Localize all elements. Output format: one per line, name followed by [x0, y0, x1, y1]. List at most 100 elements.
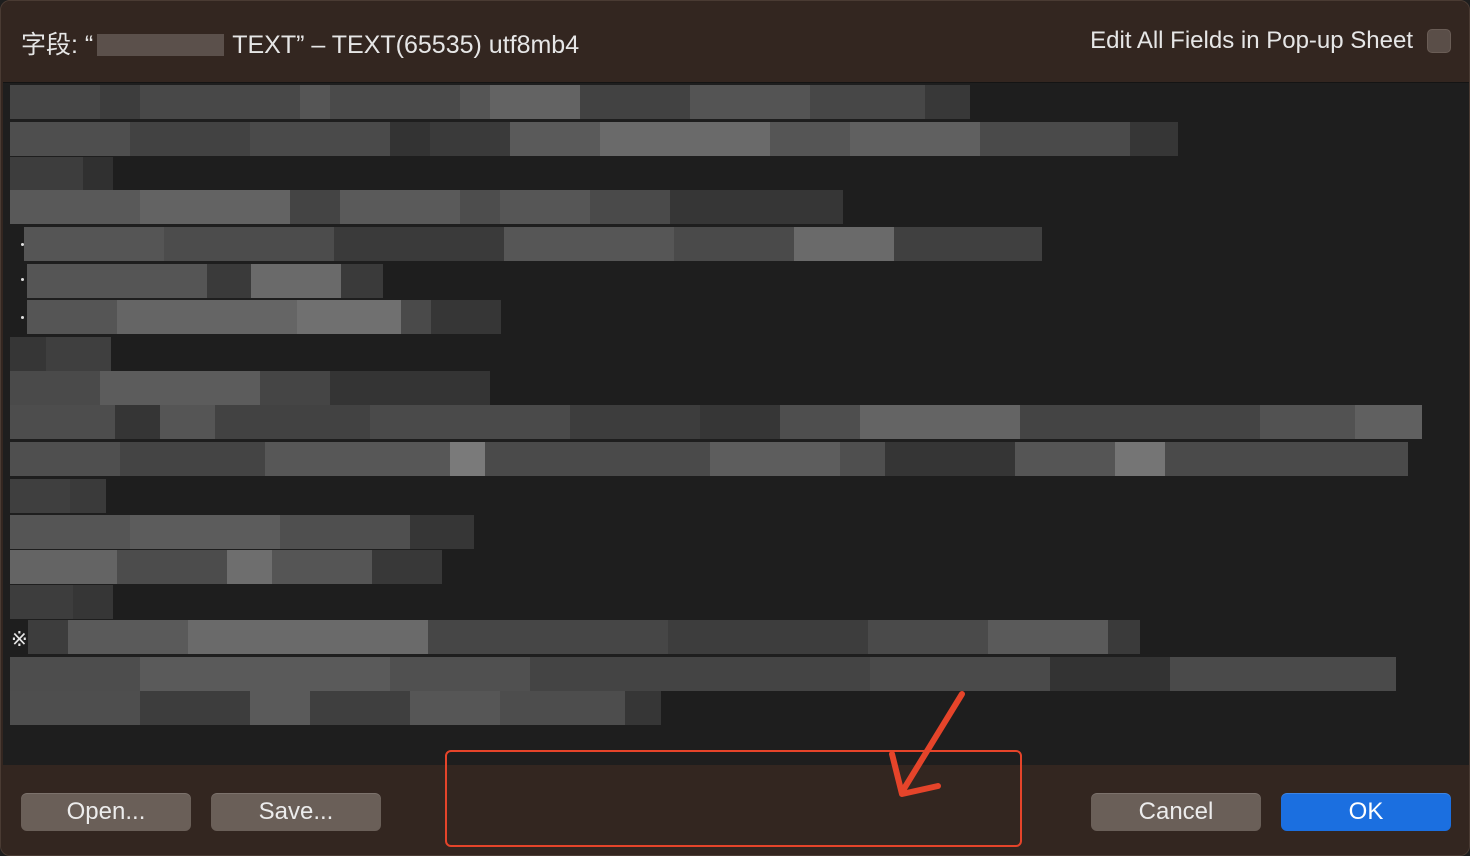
- redacted-text-block: [390, 122, 430, 156]
- redacted-text-line: [28, 620, 1140, 654]
- redacted-text-block: [10, 405, 115, 439]
- save-button[interactable]: Save...: [211, 793, 381, 831]
- redacted-text-block: [430, 122, 510, 156]
- redacted-text-block: [1355, 405, 1422, 439]
- redacted-text-block: [83, 157, 113, 191]
- redacted-text-block: [297, 300, 401, 334]
- edit-all-fields-label: Edit All Fields in Pop-up Sheet: [1090, 27, 1413, 54]
- redacted-text-block: [10, 122, 130, 156]
- redacted-text-line: [10, 657, 1396, 691]
- redacted-text-block: [140, 85, 300, 119]
- redacted-text-block: [674, 227, 794, 261]
- redacted-text-line: [10, 550, 442, 584]
- redacted-text-block: [10, 657, 140, 691]
- redacted-text-block: [27, 300, 117, 334]
- redacted-text-block: [850, 122, 980, 156]
- redacted-text-block: [28, 620, 68, 654]
- redacted-text-block: [1115, 442, 1165, 476]
- redacted-text-block: [1260, 405, 1355, 439]
- redacted-text-block: [428, 620, 668, 654]
- redacted-text-line: [10, 337, 111, 371]
- redacted-text-line: [10, 515, 474, 549]
- redacted-text-block: [120, 442, 265, 476]
- redacted-text-block: [988, 620, 1108, 654]
- redacted-text-block: [207, 264, 251, 298]
- redacted-text-block: [710, 442, 840, 476]
- redacted-text-block: [250, 122, 390, 156]
- cancel-button[interactable]: Cancel: [1091, 793, 1261, 831]
- redacted-text-block: [600, 122, 770, 156]
- redacted-text-block: [1015, 442, 1115, 476]
- redacted-text-block: [340, 190, 460, 224]
- redacted-text-block: [227, 550, 272, 584]
- redacted-text-block: [450, 442, 485, 476]
- redacted-text-block: [372, 550, 442, 584]
- open-button[interactable]: Open...: [21, 793, 191, 831]
- annotation-arrow-icon: [889, 691, 965, 797]
- redacted-text-block: [500, 190, 590, 224]
- redacted-text-block: [530, 657, 870, 691]
- redacted-text-block: [504, 227, 674, 261]
- redacted-text-block: [341, 264, 383, 298]
- redacted-text-block: [460, 85, 490, 119]
- redacted-text-block: [115, 405, 160, 439]
- redacted-text-block: [10, 337, 46, 371]
- redacted-text-line: [10, 85, 970, 119]
- redacted-text-line: [27, 300, 501, 334]
- redacted-text-block: [330, 371, 490, 405]
- redacted-text-block: [390, 657, 530, 691]
- redacted-text-line: [10, 691, 661, 725]
- redacted-text-block: [280, 515, 410, 549]
- redacted-text-line: [10, 479, 106, 513]
- list-bullet: [21, 278, 24, 281]
- redacted-text-block: [1170, 657, 1396, 691]
- redacted-text-block: [68, 620, 188, 654]
- redacted-text-block: [570, 405, 700, 439]
- redacted-text-block: [670, 190, 843, 224]
- redacted-text-line: [24, 227, 1042, 261]
- field-editor-sheet: 字段: “ TEXT” – TEXT(65535) utf8mb4 Edit Al…: [0, 0, 1470, 856]
- redacted-text-block: [860, 405, 1020, 439]
- redacted-text-block: [690, 85, 810, 119]
- redacted-text-line: [10, 122, 1178, 156]
- redacted-text-block: [780, 405, 860, 439]
- redacted-text-block: [130, 515, 280, 549]
- redacted-text-block: [10, 371, 100, 405]
- redacted-text-block: [130, 122, 250, 156]
- redacted-text-line: [10, 157, 113, 191]
- redacted-text-block: [485, 442, 710, 476]
- field-title-prefix: 字段: “: [21, 31, 94, 59]
- redacted-text-block: [810, 85, 925, 119]
- redacted-text-block: [1165, 442, 1408, 476]
- redacted-text-block: [24, 227, 164, 261]
- redacted-text-block: [410, 691, 500, 725]
- redacted-text-block: [140, 657, 390, 691]
- asterism-mark: ※: [11, 629, 28, 651]
- redacted-text-block: [668, 620, 868, 654]
- redacted-text-block: [250, 691, 310, 725]
- redacted-text-block: [10, 190, 140, 224]
- redacted-text-block: [46, 337, 111, 371]
- redacted-text-block: [100, 85, 140, 119]
- edit-all-fields-toggle[interactable]: Edit All Fields in Pop-up Sheet: [1090, 27, 1451, 55]
- edit-all-fields-checkbox[interactable]: [1427, 29, 1451, 53]
- field-title-type: TEXT” – TEXT(65535) utf8mb4: [232, 31, 580, 59]
- redacted-text-block: [580, 85, 690, 119]
- redacted-text-block: [260, 371, 330, 405]
- redacted-text-block: [140, 691, 250, 725]
- redacted-text-block: [410, 515, 474, 549]
- redacted-text-block: [265, 442, 450, 476]
- redacted-text-block: [10, 515, 130, 549]
- redacted-text-block: [10, 585, 73, 619]
- redacted-text-block: [1130, 122, 1178, 156]
- redacted-text-block: [310, 691, 410, 725]
- redacted-field-name: [97, 34, 225, 56]
- ok-button[interactable]: OK: [1281, 793, 1451, 831]
- redacted-text-line: [27, 264, 383, 298]
- redacted-text-block: [700, 405, 780, 439]
- redacted-text-line: [10, 442, 1408, 476]
- redacted-text-block: [272, 550, 372, 584]
- redacted-text-block: [885, 442, 1015, 476]
- text-editor-area[interactable]: ※: [3, 82, 1469, 767]
- redacted-text-block: [10, 85, 100, 119]
